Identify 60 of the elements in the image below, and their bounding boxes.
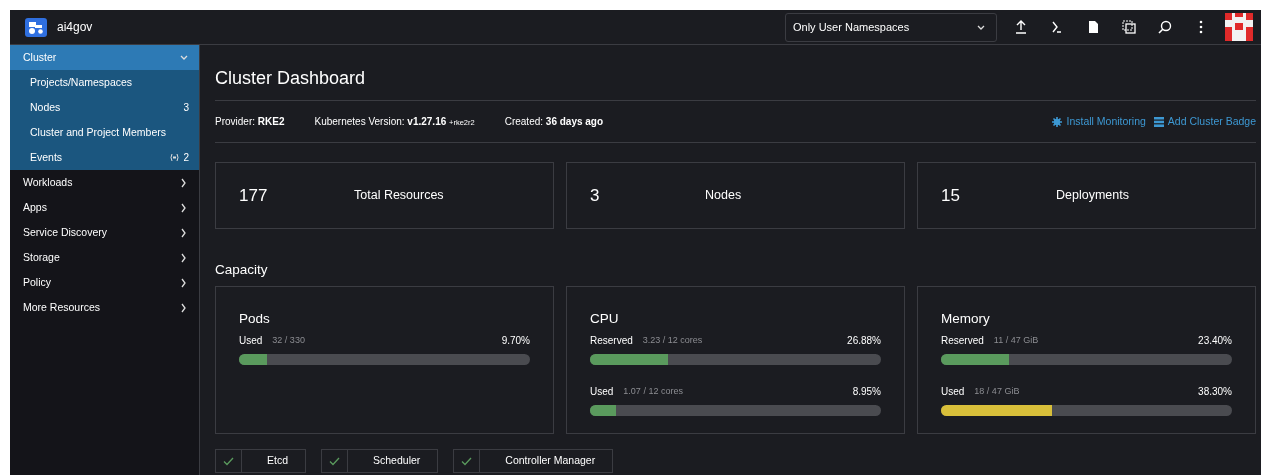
app-name: ai4gov — [57, 19, 93, 36]
stat-count: 15 — [941, 184, 961, 207]
meter-reading: 38.30% — [1198, 385, 1232, 399]
item-count: 2 — [183, 151, 189, 165]
card-title: Pods — [239, 310, 271, 329]
gear-icon — [1052, 116, 1063, 127]
meter-detail: 32 / 330 — [272, 333, 305, 347]
component-status: Controller Manager — [453, 449, 614, 474]
meter-reading: 26.88% — [847, 334, 881, 348]
card-title: CPU — [590, 310, 620, 329]
stat-card[interactable]: 15 Deployments — [917, 162, 1256, 229]
meter-label: Used — [239, 334, 263, 348]
install-monitoring-link[interactable]: Install Monitoring — [1052, 113, 1146, 130]
namespace-dropdown[interactable]: Only User Namespaces — [785, 12, 997, 42]
item-count: 3 — [183, 101, 189, 115]
component-status: Etcd — [215, 449, 306, 474]
sidebar-group[interactable]: Storage — [10, 245, 199, 270]
sidebar-group[interactable]: Workloads — [10, 170, 199, 195]
stat-count: 3 — [590, 184, 601, 207]
section-title: Capacity — [215, 261, 269, 279]
card-title: Memory — [941, 310, 991, 329]
sidebar-item[interactable]: Projects/Namespaces — [10, 70, 199, 95]
meter-reading: 8.95% — [852, 385, 881, 399]
stat-name: Total Resources — [354, 187, 444, 205]
sidebar-group[interactable]: Policy — [10, 270, 199, 295]
tractor-logo-icon — [25, 17, 47, 37]
add-badge-link[interactable]: Add Cluster Badge — [1153, 113, 1256, 130]
sidebar-item[interactable]: Events 2 — [10, 145, 199, 170]
meter-detail: 18 / 47 GiB — [974, 384, 1020, 398]
sidebar-group[interactable]: More Resources — [10, 295, 199, 320]
meter-reading: 9.70% — [501, 334, 530, 348]
sidebar-item[interactable]: Cluster and Project Members — [10, 120, 199, 145]
user-avatar-icon[interactable] — [1225, 13, 1253, 41]
sidebar-group[interactable]: Service Discovery — [10, 220, 199, 245]
sidebar-item[interactable]: Nodes 3 — [10, 95, 199, 120]
stat-card[interactable]: 177 Total Resources — [215, 162, 554, 229]
meter-label: Used — [941, 385, 965, 399]
stat-name: Nodes — [705, 187, 742, 205]
meter-label: Reserved — [941, 334, 984, 348]
list-icon — [1153, 116, 1164, 127]
stat-count: 177 — [239, 184, 269, 207]
sidebar-group[interactable]: Cluster — [10, 45, 199, 70]
meter-reading: 23.40% — [1198, 334, 1232, 348]
meter-detail: 11 / 47 GiB — [993, 333, 1039, 347]
cluster-info: Provider: RKE2 — [215, 115, 285, 129]
component-status: Scheduler — [321, 449, 439, 474]
sidebar-group[interactable]: Apps — [10, 195, 199, 220]
stat-card[interactable]: 3 Nodes — [566, 162, 905, 229]
page-title: Cluster Dashboard — [215, 45, 1256, 101]
meter-detail: 3.23 / 12 cores — [642, 333, 703, 347]
upload-icon[interactable] — [1013, 19, 1029, 35]
meter-detail: 1.07 / 12 cores — [623, 384, 683, 398]
cluster-info: Created: 36 days ago — [504, 115, 604, 129]
live-stream-icon — [170, 153, 180, 162]
search-icon[interactable] — [1157, 19, 1173, 35]
stat-name: Deployments — [1056, 187, 1129, 205]
meter-label: Used — [590, 385, 614, 399]
copy-icon[interactable] — [1121, 19, 1137, 35]
chevron-down-icon — [179, 53, 189, 62]
meter-label: Reserved — [590, 334, 633, 348]
